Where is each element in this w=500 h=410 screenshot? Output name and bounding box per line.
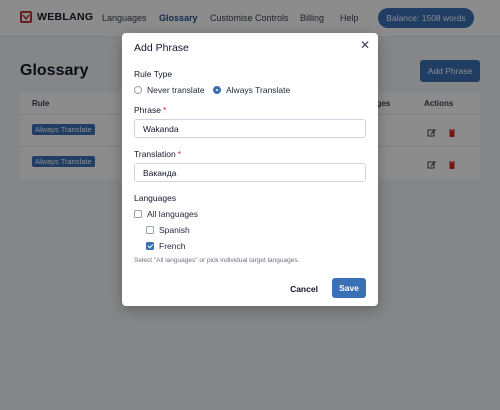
checkbox-all-languages[interactable]: All languages (134, 209, 198, 219)
translation-input[interactable]: Ваканда (134, 163, 366, 182)
dialog-title: Add Phrase (134, 42, 189, 54)
radio-always-translate[interactable]: Always Translate (213, 85, 290, 95)
required-marker: * (177, 149, 182, 159)
phrase-label: Phrase * (134, 105, 166, 115)
required-marker: * (162, 105, 167, 115)
radio-label: Never translate (147, 85, 205, 95)
languages-help-text: Select "All languages" or pick individua… (134, 257, 300, 264)
checkbox-french[interactable]: French (146, 241, 185, 251)
radio-never-translate[interactable]: Never translate (134, 85, 205, 95)
phrase-label-text: Phrase (134, 105, 161, 115)
languages-label: Languages (134, 193, 177, 203)
cancel-button[interactable]: Cancel (284, 279, 324, 298)
checkbox-spanish[interactable]: Spanish (146, 225, 190, 235)
save-button[interactable]: Save (332, 278, 366, 298)
checkbox[interactable] (146, 242, 154, 250)
translation-label: Translation * (134, 149, 181, 159)
radio-button[interactable] (213, 86, 221, 94)
radio-button[interactable] (134, 86, 142, 94)
radio-label: Always Translate (226, 85, 291, 95)
checkbox-label: French (159, 241, 186, 251)
add-phrase-dialog: Add Phrase ✕ Rule Type Never translate A… (122, 33, 378, 306)
checkbox[interactable] (134, 210, 142, 218)
close-icon[interactable]: ✕ (360, 39, 370, 51)
rule-type-label: Rule Type (134, 69, 173, 79)
checkbox-label: Spanish (159, 225, 190, 235)
checkbox[interactable] (146, 226, 154, 234)
phrase-input[interactable]: Wakanda (134, 119, 366, 138)
checkbox-label: All languages (147, 209, 199, 219)
translation-label-text: Translation (134, 149, 176, 159)
